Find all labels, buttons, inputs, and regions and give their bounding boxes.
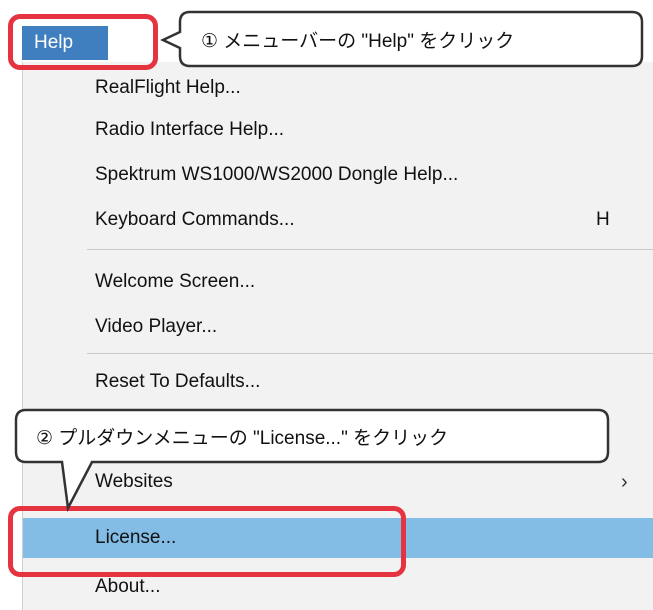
- menu-item-label: Radio Interface Help...: [95, 119, 285, 140]
- menu-item-realflight-help[interactable]: RealFlight Help...: [23, 68, 653, 108]
- menu-item-reset-to-defaults[interactable]: Reset To Defaults...: [23, 362, 653, 402]
- menu-item-label: Reset To Defaults...: [95, 371, 261, 392]
- menu-item-label: RealFlight Help...: [95, 77, 241, 98]
- menu-item-spektrum-dongle-help[interactable]: Spektrum WS1000/WS2000 Dongle Help...: [23, 155, 653, 195]
- callout-text-step1: ① メニューバーの "Help" をクリック: [201, 31, 515, 52]
- menu-item-label: Welcome Screen...: [95, 271, 256, 292]
- highlight-box-help: [8, 14, 158, 70]
- menu-separator: [87, 353, 653, 354]
- menu-item-video-player[interactable]: Video Player...: [23, 307, 653, 347]
- menu-item-shortcut: H: [596, 209, 610, 230]
- menu-item-websites[interactable]: Websites ›: [23, 462, 653, 502]
- menu-item-label: Keyboard Commands...: [95, 209, 295, 230]
- menu-item-welcome-screen[interactable]: Welcome Screen...: [23, 262, 653, 302]
- menu-item-keyboard-commands[interactable]: Keyboard Commands... H: [23, 200, 653, 240]
- menu-item-label: Websites: [95, 471, 173, 492]
- menu-item-label: Spektrum WS1000/WS2000 Dongle Help...: [95, 164, 459, 185]
- chevron-right-icon: ›: [621, 471, 628, 493]
- menu-item-radio-interface-help[interactable]: Radio Interface Help...: [23, 110, 653, 150]
- callout-text-step2: ② プルダウンメニューの "License..." をクリック: [36, 428, 449, 449]
- highlight-box-license: [8, 506, 406, 577]
- menu-separator: [87, 249, 653, 250]
- menu-item-label: Video Player...: [95, 316, 218, 337]
